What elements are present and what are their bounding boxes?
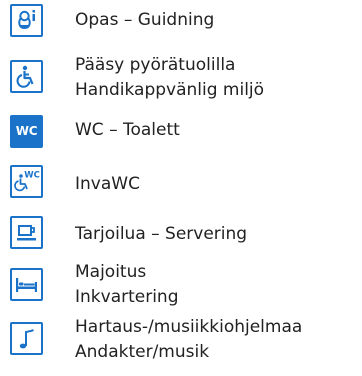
legend-label-line: Pääsy pyörätuolilla (75, 55, 236, 75)
legend-label: Tarjoilua – Servering (75, 222, 247, 247)
legend-label-line: Opas – Guidning (75, 10, 215, 30)
legend-label: Opas – Guidning (75, 8, 214, 33)
legend-label: Hartaus-/musiikkiohjelmaa Andakter/musik (75, 315, 302, 365)
bed-icon (10, 268, 43, 301)
wheelchair-icon (10, 60, 43, 93)
music-note-icon (10, 322, 43, 355)
legend-label: Majoitus Inkvartering (75, 260, 179, 310)
wc-icon-text: WC (15, 124, 38, 138)
legend-label-line: Inkvartering (75, 287, 179, 307)
accessible-wc-icon-text: WC (24, 171, 40, 181)
legend-label-line: InvaWC (75, 174, 140, 194)
legend-label-line: Tarjoilua – Servering (75, 224, 248, 244)
legend-label-line: Andakter/musik (75, 342, 210, 362)
legend-label: InvaWC (75, 172, 140, 197)
symbol-legend: Opas – Guidning Pääsy pyörätuolilla Hand… (0, 0, 362, 376)
legend-label-line: Majoitus (75, 262, 147, 282)
legend-label: Pääsy pyörätuolilla Handikappvänlig milj… (75, 53, 264, 103)
coffee-cup-icon (10, 216, 43, 249)
legend-label: WC – Toalett (75, 118, 180, 143)
wc-icon: WC (10, 115, 43, 148)
guide-info-icon (10, 4, 43, 37)
legend-label-line: Hartaus-/musiikkiohjelmaa (75, 317, 303, 337)
legend-label-line: WC – Toalett (75, 120, 180, 140)
accessible-wc-icon: WC (10, 165, 43, 198)
legend-label-line: Handikappvänlig miljö (75, 80, 265, 100)
